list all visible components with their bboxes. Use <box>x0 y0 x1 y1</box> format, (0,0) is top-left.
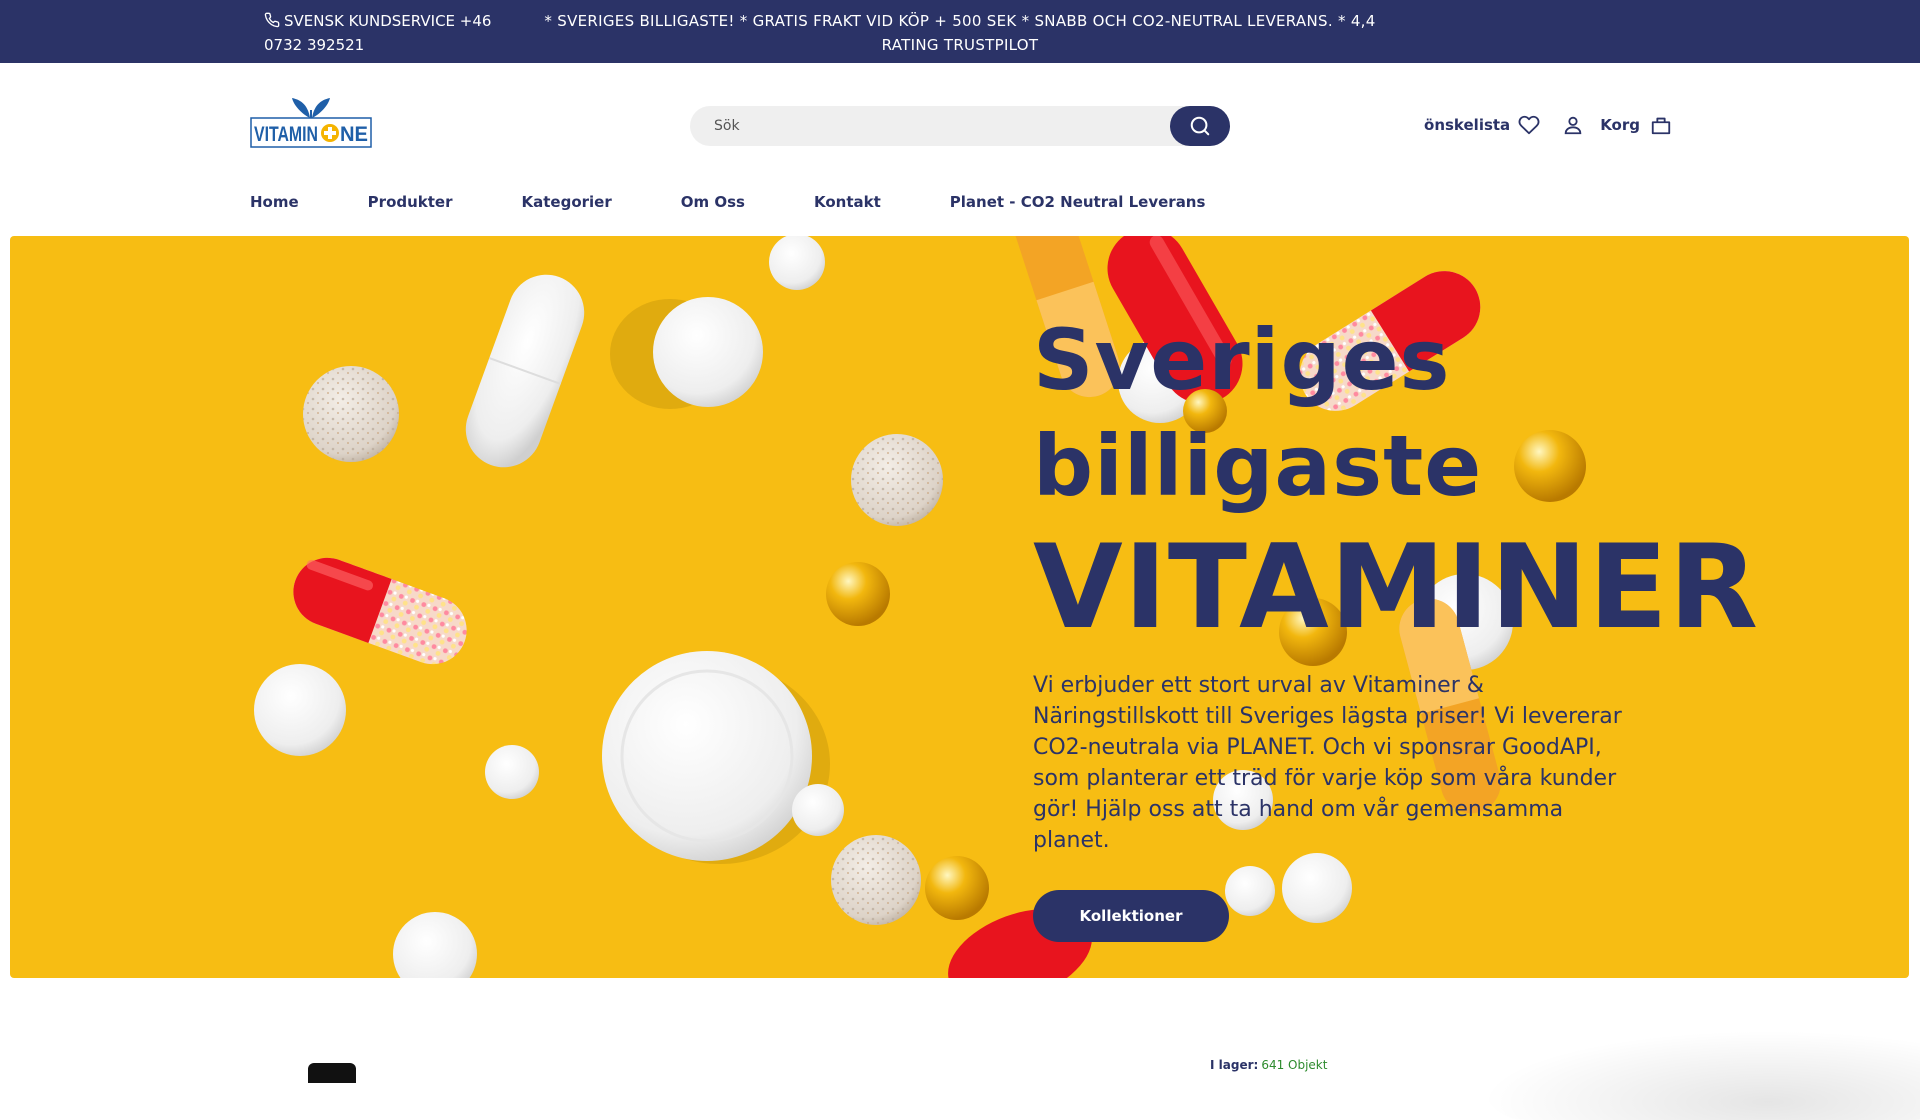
wishlist-link[interactable]: önskelista <box>1424 114 1540 136</box>
announcement-bar: SVENSK KUNDSERVICE +46 0732 392521 * SVE… <box>0 0 1920 63</box>
heart-icon <box>1518 115 1540 135</box>
account-link[interactable] <box>1562 114 1584 136</box>
svg-text:VITAMIN: VITAMIN <box>254 123 318 146</box>
search-icon <box>1190 116 1210 136</box>
hero-title-line-2: billigaste <box>1033 417 1483 515</box>
nav-item-kontakt[interactable]: Kontakt <box>814 193 881 217</box>
phone-icon <box>264 12 280 28</box>
hero-title: Sveriges billigaste VITAMINER <box>1033 304 1873 658</box>
search-button[interactable] <box>1170 106 1230 146</box>
nav-item-om-oss[interactable]: Om Oss <box>681 193 745 217</box>
nav-item-kategorier[interactable]: Kategorier <box>522 193 612 217</box>
site-logo[interactable]: VITAMIN NE <box>250 96 372 150</box>
phone-label: SVENSK KUNDSERVICE +46 0732 392521 <box>264 12 492 54</box>
nav-item-planet[interactable]: Planet - CO2 Neutral Leverans <box>950 193 1206 217</box>
nav-item-home[interactable]: Home <box>250 193 299 217</box>
product-image[interactable] <box>308 1063 356 1083</box>
bag-icon <box>1651 117 1671 135</box>
hero-banner: Sveriges billigaste VITAMINER Vi erbjude… <box>10 236 1909 978</box>
main-nav: Home Produkter Kategorier Om Oss Kontakt… <box>250 193 1274 217</box>
collections-button[interactable]: Kollektioner <box>1033 890 1229 942</box>
promo-text: * SVERIGES BILLIGASTE! * GRATIS FRAKT VI… <box>544 12 1376 54</box>
search-bar <box>690 106 1230 146</box>
cart-label: Korg <box>1600 116 1640 134</box>
customer-service-contact[interactable]: SVENSK KUNDSERVICE +46 0732 392521 <box>264 9 514 57</box>
search-input[interactable] <box>714 106 1154 146</box>
hero-title-line-3: VITAMINER <box>1033 520 1760 655</box>
hero-title-line-1: Sveriges <box>1033 311 1451 409</box>
wishlist-label: önskelista <box>1424 116 1511 134</box>
nav-item-produkter[interactable]: Produkter <box>368 193 453 217</box>
svg-text:NE: NE <box>340 123 368 146</box>
floating-widget-shadow <box>1480 1030 1920 1120</box>
stock-status: I lager: 641 Objekt <box>1210 1058 1327 1072</box>
stock-count: 641 Objekt <box>1261 1058 1328 1072</box>
header-actions: önskelista Korg <box>1424 110 1672 140</box>
user-icon <box>1564 116 1582 135</box>
stock-label: I lager: <box>1210 1058 1259 1072</box>
cart-link[interactable]: Korg <box>1600 114 1672 136</box>
hero-description: Vi erbjuder ett stort urval av Vitaminer… <box>1033 673 1622 853</box>
